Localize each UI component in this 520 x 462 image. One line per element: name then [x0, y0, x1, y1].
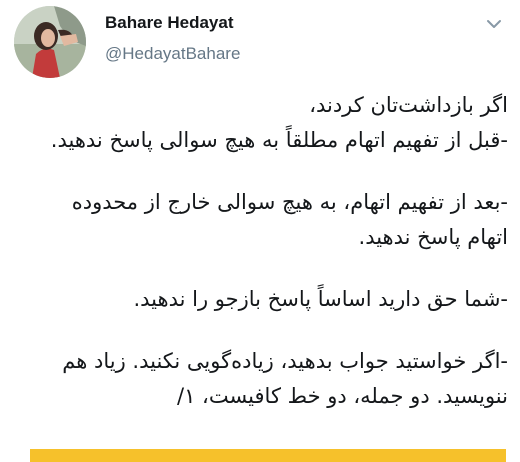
author-name[interactable]: Bahare Hedayat: [105, 13, 234, 33]
tweet-line: اتهام پاسخ ندهید.: [358, 225, 508, 249]
chevron-down-icon[interactable]: [484, 14, 504, 34]
tweet-line: -شما حق دارید اساساً پاسخ بازجو را ندهید…: [133, 287, 508, 311]
author-handle[interactable]: @HedayatBahare: [105, 44, 240, 64]
tweet-line: -بعد از تفهیم اتهام، به هیچ سوالی خارج ا…: [71, 190, 508, 214]
media-card-preview[interactable]: [30, 449, 506, 462]
avatar[interactable]: [14, 6, 86, 78]
tweet-line: -اگر خواستید جواب بدهید، زیاده‌گویی نکنی…: [62, 349, 508, 373]
tweet-line: -قبل از تفهیم اتهام مطلقاً به هیچ سوالی …: [50, 128, 508, 152]
profile-photo: [14, 6, 86, 78]
tweet-text: اگر بازداشت‌تان کردند، -قبل از تفهیم اته…: [20, 88, 508, 414]
tweet-line: اگر بازداشت‌تان کردند،: [309, 93, 508, 117]
tweet-line: ننویسید. دو جمله، دو خط کافیست، ۱/: [177, 384, 508, 408]
